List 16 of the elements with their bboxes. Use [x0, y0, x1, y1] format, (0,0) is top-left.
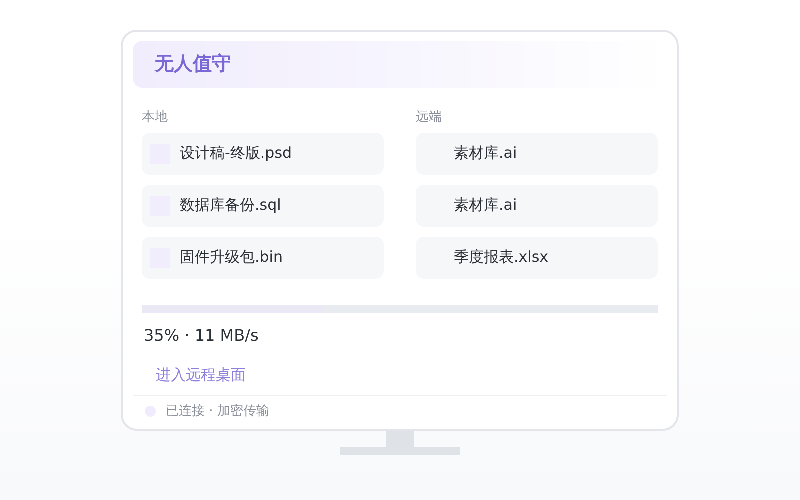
- file-name: 固件升级包.bin: [180, 247, 283, 268]
- file-row[interactable]: 季度报表.xlsx: [416, 236, 658, 278]
- file-row[interactable]: 设计稿-终版.psd: [142, 132, 384, 174]
- file-name: 季度报表.xlsx: [454, 247, 549, 268]
- column-label: 远端: [416, 109, 443, 127]
- file-row[interactable]: 素材库.ai: [416, 184, 658, 226]
- file-name: 设计稿-终版.psd: [180, 143, 292, 164]
- column-label: 本地: [142, 109, 169, 127]
- status-text: 已连接 · 加密传输: [166, 403, 270, 421]
- file-name: 素材库.ai: [454, 143, 518, 164]
- transfer-reading: 35% · 11 MB/s: [144, 324, 260, 346]
- file-row[interactable]: 素材库.ai: [416, 132, 658, 174]
- file-name: 数据库备份.sql: [180, 195, 282, 216]
- file-row[interactable]: 固件升级包.bin: [142, 236, 384, 278]
- file-name: 素材库.ai: [454, 195, 518, 216]
- file-row[interactable]: 数据库备份.sql: [142, 184, 384, 226]
